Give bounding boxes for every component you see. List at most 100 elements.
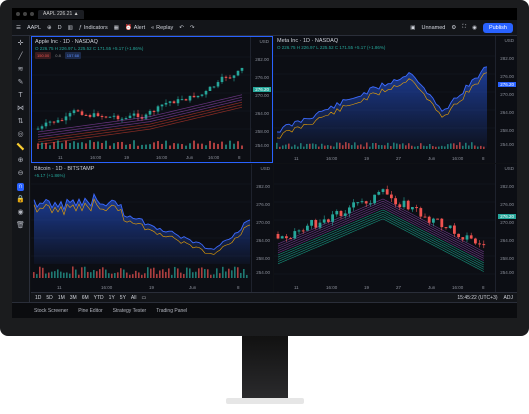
candle-body	[184, 99, 188, 101]
volume-bar	[342, 145, 344, 149]
brush-icon[interactable]: ✎	[18, 79, 24, 87]
trash-icon[interactable]: 🗑	[16, 222, 25, 230]
chart-canvas[interactable]	[274, 164, 495, 283]
magnet-icon[interactable]: ∩	[16, 183, 25, 191]
volume-bar	[411, 145, 413, 149]
price-axis[interactable]: USD 282.00 276.00 270.00 264.00 258.00 2…	[250, 37, 272, 162]
range-all[interactable]: All	[131, 295, 137, 301]
maximize-dot[interactable]	[30, 12, 34, 16]
tab-trading-panel[interactable]: Trading Panel	[156, 308, 187, 314]
range-6m[interactable]: 6M	[82, 295, 89, 301]
price-axis[interactable]: USD 282.00 276.00 270.00 264.00 258.00 2…	[495, 164, 517, 292]
volume-bar	[405, 145, 407, 149]
eye-icon[interactable]: ◉	[17, 209, 23, 217]
tab-strategy-tester[interactable]: Strategy Tester	[113, 308, 147, 314]
symbol-search[interactable]: AAPL	[27, 25, 41, 31]
price-axis[interactable]: USD 282.00 276.00 270.00 264.00 258.00 2…	[251, 164, 273, 292]
candle-body	[293, 231, 297, 239]
volume-bar	[354, 142, 356, 149]
volume-bar	[153, 142, 155, 149]
price-tick: 264.00	[500, 110, 514, 115]
volume-bar	[205, 145, 207, 149]
fullscreen-icon[interactable]: ⛶	[462, 24, 466, 31]
tab-stock-screener[interactable]: Stock Screener	[34, 308, 68, 314]
close-dot[interactable]	[16, 12, 20, 16]
indicators-button[interactable]: ƒ Indicators	[79, 25, 108, 31]
candle-body	[318, 222, 322, 228]
candle-body	[168, 101, 172, 103]
ribbon-line	[277, 209, 484, 264]
candle-body	[436, 218, 439, 220]
sell-price[interactable]: 150.00	[35, 52, 52, 59]
range-3m[interactable]: 3M	[70, 295, 77, 301]
volume-bar	[321, 143, 323, 149]
chart-pane-ribbon[interactable]: USD 282.00 276.00 270.00 264.00 258.00 2…	[274, 164, 517, 292]
candle-body	[60, 120, 64, 122]
price-tick: 264.00	[256, 238, 270, 243]
volume-bar	[240, 272, 242, 278]
chart-pane-bitcoin[interactable]: Bitcoin · 1D · BITSTAMP +5.17 (+1.86%) U…	[31, 164, 273, 292]
text-icon[interactable]: T	[18, 92, 22, 100]
layout-grid-icon[interactable]: ▣	[410, 25, 415, 31]
undo-icon[interactable]: ↶	[179, 25, 184, 31]
date-range-icon[interactable]: ▭	[141, 295, 146, 301]
range-5d[interactable]: 5D	[46, 295, 52, 301]
bid-ask[interactable]: 150.00 0.8 157.68	[35, 52, 82, 59]
candle-body	[406, 200, 410, 210]
browser-tab[interactable]: AAPL 226.21 ▲	[38, 9, 84, 19]
redo-icon[interactable]: ↷	[190, 25, 195, 31]
trend-line-icon[interactable]: ╱	[18, 53, 22, 61]
menu-icon[interactable]: ☰	[16, 25, 21, 31]
prediction-icon[interactable]: ⇅	[18, 118, 24, 126]
volume-bar	[63, 272, 65, 278]
candle-body	[88, 115, 92, 117]
volume-bar	[393, 142, 395, 149]
chart-canvas[interactable]	[31, 164, 251, 283]
chart-pane-apple[interactable]: Apple Inc · 1D · NASDAQ O 226.75 H 226.9…	[31, 36, 273, 163]
chart-type-icon[interactable]: ▥	[68, 25, 73, 31]
candle-body	[331, 214, 334, 222]
publish-button[interactable]: Publish	[482, 22, 513, 33]
chart-canvas[interactable]	[274, 36, 495, 154]
time-tick: 16:00	[452, 285, 464, 290]
volume-bar	[69, 273, 71, 278]
minimize-dot[interactable]	[23, 12, 27, 16]
camera-icon[interactable]: ◉	[472, 25, 477, 31]
ruler-icon[interactable]: 📏	[16, 144, 25, 152]
pattern-icon[interactable]: ⋈	[17, 105, 24, 113]
buy-price[interactable]: 157.68	[64, 52, 82, 59]
replay-button[interactable]: «Replay	[151, 25, 173, 31]
range-ytd[interactable]: YTD	[94, 295, 104, 301]
candle-body	[301, 230, 305, 232]
range-1m[interactable]: 1M	[58, 295, 65, 301]
add-symbol-icon[interactable]: ⊕	[47, 25, 52, 31]
tab-pine-editor[interactable]: Pine Editor	[78, 308, 102, 314]
zoom-out-icon[interactable]: ⊖	[18, 170, 24, 178]
candle-body	[200, 94, 204, 96]
layout-name-button[interactable]: Unnamed	[421, 25, 445, 31]
alert-button[interactable]: ⏰ Alert	[125, 25, 145, 31]
chart-pane-meta[interactable]: Meta Inc · 1D · NASDAQ O 226.75 H 226.97…	[274, 36, 517, 163]
candle-body	[136, 113, 140, 117]
range-1y[interactable]: 1Y	[109, 295, 115, 301]
range-1d[interactable]: 1D	[35, 295, 41, 301]
candle-body	[352, 202, 355, 208]
volume-bar	[193, 140, 195, 149]
crosshair-icon[interactable]: ✛	[18, 40, 24, 48]
clock[interactable]: 15:45:22 (UTC+3)	[457, 295, 497, 301]
volume-bar	[174, 266, 176, 278]
range-5y[interactable]: 5Y	[120, 295, 126, 301]
templates-icon[interactable]: ▦	[114, 25, 119, 31]
lock-icon[interactable]: 🔒	[16, 196, 25, 204]
candle-body	[188, 95, 192, 101]
fib-icon[interactable]: ≋	[18, 66, 24, 74]
interval-button[interactable]: D	[58, 25, 62, 31]
settings-icon[interactable]: ⚙	[451, 25, 456, 31]
candle-body	[440, 218, 444, 228]
window-controls[interactable]	[16, 12, 34, 16]
candle-body	[148, 110, 152, 115]
adj-toggle[interactable]: ADJ	[504, 295, 513, 301]
shapes-icon[interactable]: ◎	[17, 131, 23, 139]
zoom-in-icon[interactable]: ⊕	[18, 157, 24, 165]
price-axis[interactable]: USD 282.00 276.00 270.00 264.00 258.00 2…	[495, 36, 517, 163]
